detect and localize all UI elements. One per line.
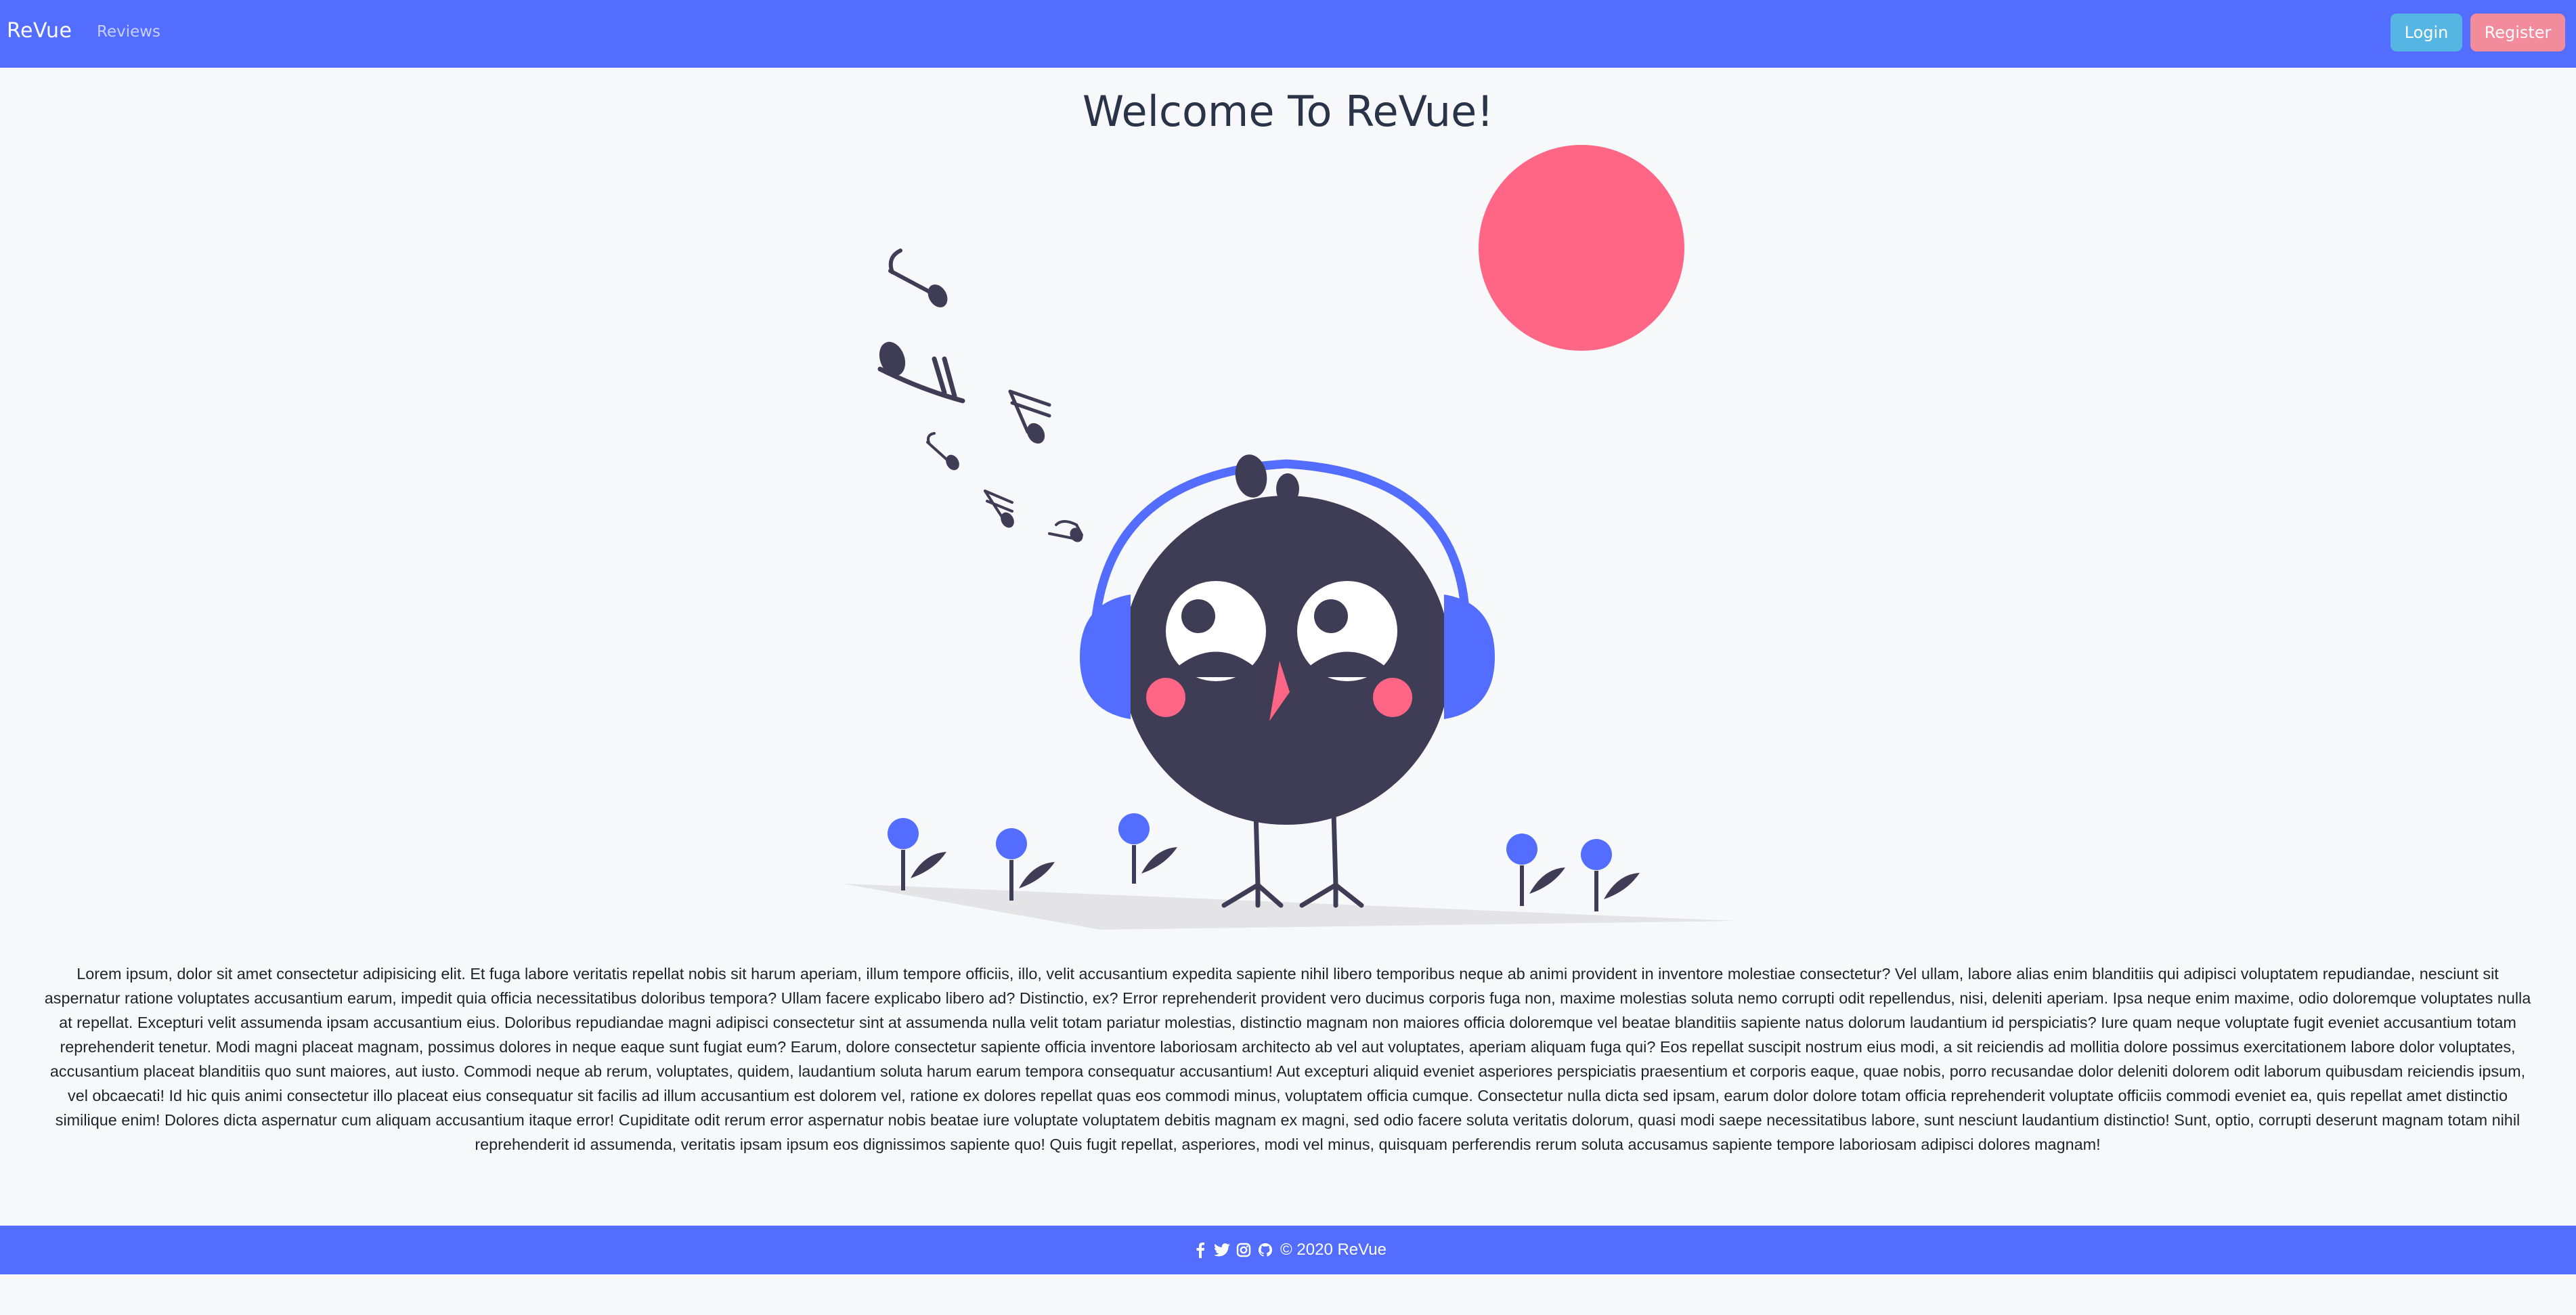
left-earcup (1080, 595, 1131, 719)
music-note-icon (926, 432, 959, 471)
facebook-icon[interactable] (1189, 1239, 1211, 1261)
music-note-icon (984, 490, 1014, 528)
bird-legs (1221, 810, 1364, 908)
page: ReVue Reviews Login Register Welcome To … (0, 0, 2576, 1315)
music-note-icon (877, 341, 965, 404)
right-pupil (1314, 599, 1348, 633)
instagram-icon[interactable] (1233, 1239, 1254, 1261)
left-pupil (1181, 599, 1215, 633)
left-cheek (1146, 678, 1185, 717)
footer-content: © 2020 ReVue (0, 1226, 2576, 1274)
ground-shadow (843, 884, 1737, 930)
brand-logo[interactable]: ReVue (7, 19, 72, 43)
github-icon[interactable] (1254, 1239, 1276, 1261)
bird-body (1122, 496, 1451, 825)
sun-circle (1479, 145, 1684, 351)
flower-icon (1506, 834, 1565, 906)
flower-icon (1581, 839, 1640, 911)
twitter-icon[interactable] (1211, 1239, 1233, 1261)
intro-paragraph: Lorem ipsum, dolor sit amet consectetur … (44, 965, 2531, 1153)
right-earcup (1444, 595, 1495, 719)
flower-icon (1118, 813, 1177, 884)
nav-link-reviews[interactable]: Reviews (97, 23, 160, 41)
copyright-text: © 2020 ReVue (1280, 1241, 1387, 1259)
navbar: ReVue Reviews Login Register (0, 0, 2576, 68)
bird-with-headphones-illustration (843, 145, 1737, 930)
right-cheek (1373, 678, 1412, 717)
footer: © 2020 ReVue (0, 1226, 2576, 1274)
flower-icon (996, 828, 1055, 901)
music-note-icon (888, 249, 948, 307)
flower-icon (888, 818, 946, 890)
music-note-icon (1008, 389, 1051, 444)
login-button[interactable]: Login (2391, 14, 2462, 51)
page-title: Welcome To ReVue! (1082, 87, 1494, 136)
register-button[interactable]: Register (2470, 14, 2565, 51)
music-note-icon (1048, 520, 1083, 542)
music-notes (877, 249, 1083, 542)
